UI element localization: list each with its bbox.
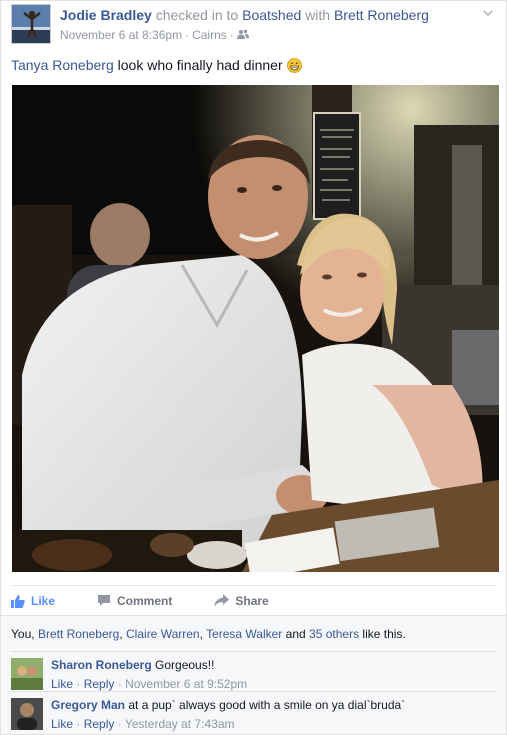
commenter-name-link[interactable]: Gregory Man: [51, 698, 125, 712]
tagged-person-link[interactable]: Brett Roneberg: [334, 7, 429, 23]
feed-post: Jodie Bradley checked in to Boatshed wit…: [0, 0, 507, 735]
comment-dot: ·: [117, 677, 122, 691]
comment-text: at a pup` always good with a smile on ya…: [128, 698, 406, 712]
place-link[interactable]: Boatshed: [242, 7, 301, 23]
comment-time[interactable]: November 6 at 9:52pm: [125, 677, 247, 691]
comment-reply-link[interactable]: Reply: [84, 717, 115, 731]
comment-meta: Like · Reply · Yesterday at 7:43am: [51, 717, 235, 731]
liker-link[interactable]: Teresa Walker: [206, 627, 282, 641]
comment-body: Sharon Roneberg Gorgeous!!: [51, 658, 214, 672]
liker-link[interactable]: Claire Warren: [126, 627, 200, 641]
comment-dot: ·: [76, 677, 81, 691]
likes-you: You,: [11, 627, 35, 641]
comment-body: Gregory Man at a pup` always good with a…: [51, 698, 405, 712]
post-message: Tanya Roneberg look who finally had dinn…: [11, 57, 302, 73]
comment-item: Gregory Man at a pup` always good with a…: [11, 691, 496, 731]
comment-meta: Like · Reply · November 6 at 9:52pm: [51, 677, 247, 691]
meta-separator: ·: [229, 28, 234, 42]
header-title-line: Jodie Bradley checked in to Boatshed wit…: [60, 7, 429, 23]
mention-link[interactable]: Tanya Roneberg: [11, 57, 114, 73]
post-header: Jodie Bradley checked in to Boatshed wit…: [11, 4, 496, 46]
share-arrow-icon: [214, 594, 230, 607]
post-location-link[interactable]: Cairns: [192, 28, 227, 42]
comment-like-link[interactable]: Like: [51, 677, 73, 691]
comment-reply-link[interactable]: Reply: [84, 677, 115, 691]
comment-like-link[interactable]: Like: [51, 717, 73, 731]
likes-summary: You, Brett Roneberg, Claire Warren, Tere…: [1, 615, 506, 651]
commenter-avatar[interactable]: [11, 658, 43, 690]
friends-icon[interactable]: [236, 28, 249, 42]
author-avatar[interactable]: [11, 4, 51, 44]
comment-label: Comment: [117, 593, 173, 608]
likes-comma: ,: [119, 627, 123, 641]
comment-bubble-icon: [97, 594, 111, 607]
others-likes-link[interactable]: 35 others: [309, 627, 359, 641]
thumbs-up-icon: [11, 594, 25, 608]
likes-suffix: like this.: [362, 627, 406, 641]
post-date-link[interactable]: November 6 at 8:36pm: [60, 28, 182, 42]
status-text: look who finally had dinner: [117, 57, 283, 73]
meta-separator: ·: [185, 28, 190, 42]
liker-link[interactable]: Brett Roneberg: [38, 627, 119, 641]
grin-emoji-icon: [286, 57, 302, 73]
likes-comma: ,: [199, 627, 203, 641]
with-text: with: [305, 7, 331, 23]
comment-dot: ·: [76, 717, 81, 731]
share-label: Share: [235, 593, 269, 608]
commenter-name-link[interactable]: Sharon Roneberg: [51, 658, 152, 672]
author-name-link[interactable]: Jodie Bradley: [60, 7, 152, 23]
likes-and: and: [285, 627, 306, 641]
share-button[interactable]: Share: [214, 593, 269, 608]
comment-item: Sharon Roneberg Gorgeous!! Like · Reply …: [11, 651, 496, 691]
post-meta: November 6 at 8:36pm · Cairns ·: [60, 28, 249, 42]
comment-text: Gorgeous!!: [155, 658, 215, 672]
comment-dot: ·: [117, 717, 122, 731]
like-button[interactable]: Like: [11, 594, 55, 608]
post-photo[interactable]: [12, 85, 499, 572]
comment-button[interactable]: Comment: [97, 594, 172, 608]
like-label: Like: [31, 593, 56, 608]
comment-time[interactable]: Yesterday at 7:43am: [125, 717, 235, 731]
commenter-avatar[interactable]: [11, 698, 43, 730]
checkin-text: checked in to: [155, 7, 239, 23]
action-bar: Like Comment Share: [11, 585, 496, 615]
comments-section: Sharon Roneberg Gorgeous!! Like · Reply …: [1, 651, 506, 734]
chevron-down-icon[interactable]: [482, 7, 494, 19]
